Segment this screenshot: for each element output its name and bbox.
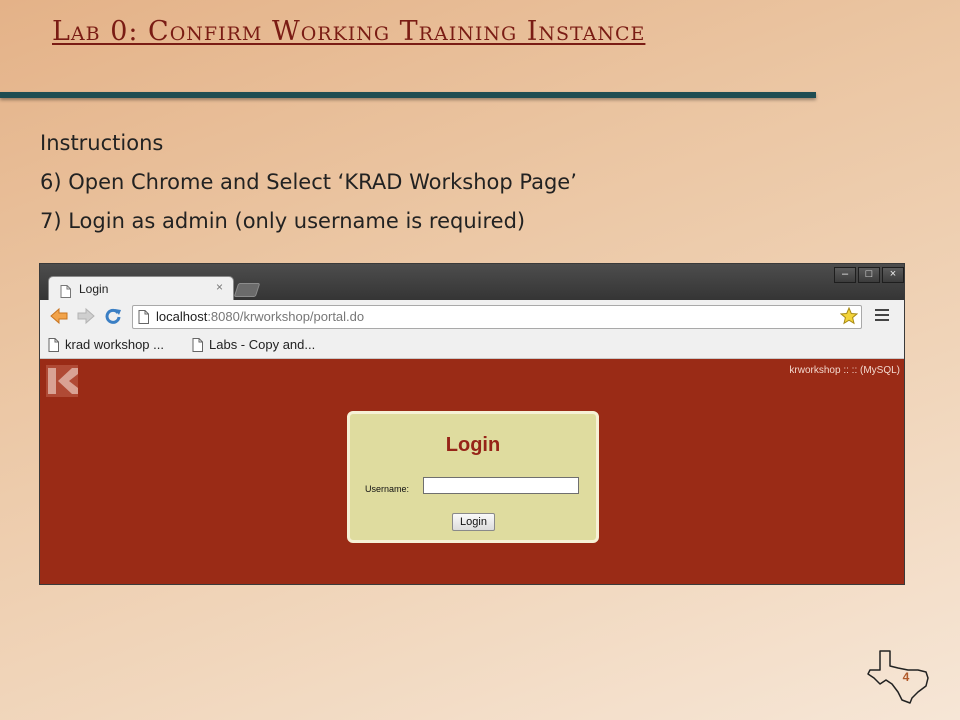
browser-tab[interactable]: Login × <box>48 276 234 303</box>
browser-toolbar: localhost:8080/krworkshop/portal.do <box>40 300 904 334</box>
bookmark-label: krad workshop ... <box>65 337 164 352</box>
minimize-button[interactable]: – <box>834 267 856 283</box>
slide-title: Lab 0: Confirm Working Training Instance <box>52 16 646 47</box>
app-page: krworkshop :: :: (MySQL) Login Username:… <box>40 359 904 584</box>
reload-icon[interactable] <box>102 307 124 327</box>
username-label: Username: <box>365 484 410 494</box>
bookmark-star-icon[interactable] <box>839 306 859 329</box>
tab-label: Login <box>79 282 109 296</box>
maximize-button[interactable]: □ <box>858 267 880 283</box>
address-bar[interactable]: localhost:8080/krworkshop/portal.do <box>132 305 862 329</box>
login-button[interactable]: Login <box>452 513 495 531</box>
bookmark-labs-copy[interactable]: Labs - Copy and... <box>192 337 315 352</box>
instruction-step-6: 6) Open Chrome and Select ‘KRAD Workshop… <box>40 170 577 194</box>
url-path: :8080/krworkshop/portal.do <box>207 309 365 324</box>
login-title: Login <box>445 434 501 456</box>
url-host: localhost <box>156 309 208 324</box>
bookmark-label: Labs - Copy and... <box>209 337 316 352</box>
bookmark-document-icon <box>48 338 59 352</box>
browser-titlebar: Login × – □ × <box>40 264 904 303</box>
forward-arrow-icon[interactable] <box>75 307 97 327</box>
instructions-heading: Instructions <box>40 131 164 155</box>
kuali-logo-icon <box>46 365 78 401</box>
instruction-step-7: 7) Login as admin (only username is requ… <box>40 209 526 233</box>
app-info: krworkshop :: :: (MySQL) <box>789 365 900 376</box>
tab-close-icon[interactable]: × <box>216 280 223 294</box>
login-box: Login Username: Login <box>347 411 599 543</box>
bookmarks-bar: krad workshop ... Labs - Copy and... <box>40 334 904 359</box>
bookmark-krad-workshop[interactable]: krad workshop ... <box>48 337 164 352</box>
instructions: Instructions 6) Open Chrome and Select ‘… <box>40 124 577 241</box>
menu-icon[interactable] <box>875 309 889 324</box>
page-icon <box>138 309 149 328</box>
username-input[interactable] <box>423 477 579 494</box>
browser-screenshot: Login × – □ × localhost:8080/krworkshop/… <box>40 264 904 584</box>
title-rule <box>0 92 816 98</box>
page-number: 4 <box>902 670 910 684</box>
back-arrow-icon[interactable] <box>48 307 70 327</box>
close-window-button[interactable]: × <box>882 267 904 283</box>
bookmark-document-icon <box>192 338 203 352</box>
new-tab-button[interactable] <box>233 283 261 297</box>
url-text: localhost:8080/krworkshop/portal.do <box>156 309 364 324</box>
